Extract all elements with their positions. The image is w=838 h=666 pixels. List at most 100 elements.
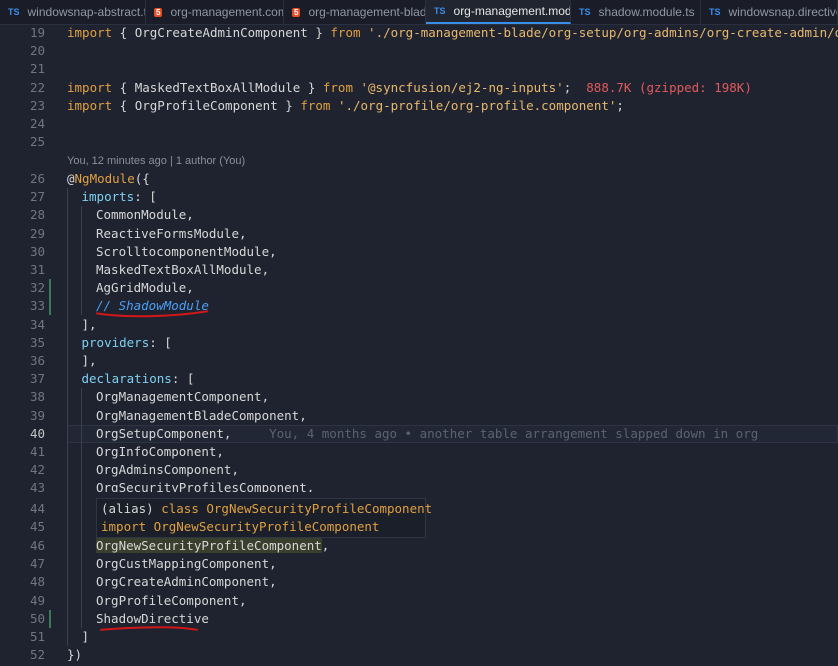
code-token: OrgInfoComponent,	[96, 444, 224, 459]
line-number: 50	[29, 610, 45, 626]
line-number: 26	[29, 171, 45, 186]
code-token: './org-management-blade/org-setup/org-ad…	[360, 25, 838, 40]
line-code: declarations: [	[82, 370, 195, 388]
code-line[interactable]: 47 OrgCustMappingComponent,	[0, 555, 838, 573]
line-number: 30	[29, 243, 45, 259]
line-code: OrgNewSecurityProfileComponent,	[96, 537, 329, 555]
line-number: 29	[29, 225, 45, 241]
line-code: })	[67, 646, 82, 664]
code-line[interactable]: 36],	[0, 352, 838, 370]
code-token: from	[330, 25, 361, 40]
code-line[interactable]: 50 ShadowDirective	[0, 610, 838, 628]
code-token: : [	[171, 371, 195, 387]
tab-org-management-blade-component-html[interactable]: 5 org-management-blade.component.html	[284, 0, 426, 24]
tab-label: org-management-blade.component.html	[308, 5, 426, 19]
line-number: 38	[29, 389, 45, 405]
code-line[interactable]: 41 OrgInfoComponent,	[0, 443, 838, 461]
codelens-blame[interactable]: You, 12 minutes ago | 1 author (You)	[67, 152, 245, 170]
code-token: '@syncfusion/ej2-ng-inputs'	[352, 79, 564, 95]
line-number: 36	[29, 353, 45, 368]
code-line[interactable]: 19 import { OrgCreateAdminComponent } fro…	[0, 24, 838, 42]
code-token: NgModule	[74, 171, 135, 186]
code-token: './org-profile/org-profile.component'	[330, 97, 617, 113]
line-code: ShadowDirective	[96, 610, 209, 628]
code-line[interactable]: 25	[0, 133, 838, 151]
line-code: ],	[82, 316, 97, 334]
line-code: OrgSecurityProfilesComponent,	[96, 479, 314, 492]
line-code: OrgSetupComponent, You, 4 months ago • a…	[96, 425, 758, 443]
code-line[interactable]: 51]	[0, 628, 838, 646]
line-number: 20	[29, 43, 45, 59]
line-code: @NgModule({	[67, 170, 150, 188]
code-line[interactable]: 49 OrgProfileComponent,	[0, 592, 838, 610]
code-token: OrgSetupComponent,	[96, 425, 232, 441]
code-token: class	[161, 501, 199, 516]
code-line[interactable]: 24	[0, 115, 838, 133]
code-line[interactable]: 38 OrgManagementComponent,	[0, 388, 838, 406]
code-line[interactable]: 20	[0, 42, 838, 60]
code-token: (alias)	[101, 501, 162, 516]
line-number: 37	[29, 371, 45, 387]
hover-tooltip: (alias) class OrgNewSecurityProfileCompo…	[96, 498, 432, 538]
code-line[interactable]: 22 import { MaskedTextBoxAllModule } from…	[0, 79, 838, 97]
line-number: 42	[29, 462, 45, 478]
line-number: 27	[29, 189, 45, 205]
code-line[interactable]: 32 AgGridModule,	[0, 279, 838, 297]
code-line[interactable]: 35 providers: [	[0, 334, 838, 352]
code-line[interactable]: 31 MaskedTextBoxAllModule,	[0, 261, 838, 279]
line-number: 24	[29, 116, 45, 131]
code-line[interactable]: 29 ReactiveFormsModule,	[0, 225, 838, 243]
line-code: // ShadowModule	[96, 297, 209, 315]
code-token: : [	[134, 189, 157, 205]
line-code: CommonModule,	[96, 206, 194, 224]
line-number: 45	[29, 519, 45, 534]
code-token: You, 4 months ago • another table arrang…	[231, 425, 759, 441]
line-code: ]	[82, 628, 90, 646]
tab-org-management-component-html[interactable]: 5 org-management.component.html	[146, 0, 284, 24]
code-line[interactable]: 21	[0, 60, 838, 78]
hover-row: import OrgNewSecurityProfileComponent	[101, 518, 421, 536]
code-token: @	[67, 171, 75, 186]
code-token: ShadowDirective	[96, 610, 209, 626]
code-line[interactable]: 52})	[0, 646, 838, 664]
code-line[interactable]: 40 OrgSetupComponent, You, 4 months ago •…	[0, 425, 838, 443]
tab-org-management-module-ts[interactable]: TS org-management.module.ts	[426, 0, 571, 24]
editor-tab-bar: TS windowsnap-abstract.ts 5 org-management.…	[0, 0, 838, 25]
code-token: import	[101, 519, 147, 534]
code-token: OrgNewSecurityProfileComponent	[96, 538, 322, 553]
typescript-icon: TS	[709, 7, 721, 17]
code-token: ,	[321, 538, 330, 553]
line-number: 19	[29, 25, 45, 40]
line-number: 35	[29, 334, 45, 350]
code-line[interactable]: 43 OrgSecurityProfilesComponent,	[0, 479, 838, 497]
line-code: AgGridModule,	[96, 279, 194, 297]
code-line[interactable]: 33 // ShadowModule	[0, 297, 838, 315]
line-number: 28	[29, 207, 45, 223]
code-token: declarations	[81, 371, 172, 387]
code-line[interactable]: 28 CommonModule,	[0, 206, 838, 224]
code-token: OrgNewSecurityProfileComponent	[198, 501, 433, 516]
code-editor[interactable]: 19 import { OrgCreateAdminComponent } fro…	[0, 24, 838, 666]
code-token: OrgManagementComponent,	[96, 389, 270, 405]
line-code: providers: [	[82, 334, 172, 352]
line-code: OrgInfoComponent,	[96, 443, 224, 461]
tab-windowsnap-abstract-ts[interactable]: TS windowsnap-abstract.ts	[0, 0, 146, 24]
code-line[interactable]: 48 OrgCreateAdminComponent,	[0, 573, 838, 591]
tab-shadow-module-ts[interactable]: TS shadow.module.ts	[571, 0, 701, 24]
line-number: 25	[29, 134, 45, 150]
code-token: import	[67, 97, 113, 113]
code-line[interactable]: 27 imports: [	[0, 188, 838, 206]
line-code: OrgManagementComponent,	[96, 388, 269, 406]
code-line[interactable]: 37 declarations: [	[0, 370, 838, 388]
code-line[interactable]: 26 @NgModule({	[0, 170, 838, 188]
html5-icon: 5	[292, 7, 301, 17]
code-line[interactable]: 34],	[0, 316, 838, 334]
code-line[interactable]: 30 ScrolltocomponentModule,	[0, 243, 838, 261]
code-line[interactable]: 39 OrgManagementBladeComponent,	[0, 407, 838, 425]
tab-windowsnap-directive-ts[interactable]: TS windowsnap.directive.ts	[701, 0, 838, 24]
code-token: import	[67, 25, 113, 40]
code-line[interactable]: 23 import { OrgProfileComponent } from '.…	[0, 97, 838, 115]
code-line[interactable]: 46 OrgNewSecurityProfileComponent,	[0, 537, 838, 555]
line-number: 41	[29, 444, 45, 459]
code-line[interactable]: 42 OrgAdminsComponent,	[0, 461, 838, 479]
